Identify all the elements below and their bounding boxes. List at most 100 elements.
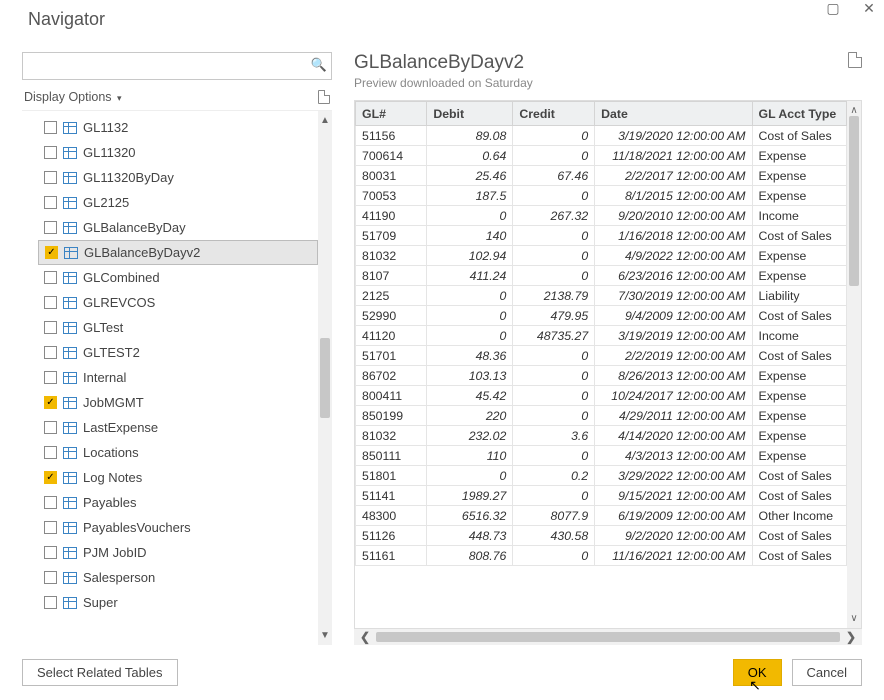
cell-credit: 0 bbox=[513, 146, 595, 166]
scroll-thumb[interactable] bbox=[320, 338, 330, 418]
checkbox[interactable] bbox=[44, 171, 57, 184]
checkbox[interactable] bbox=[44, 471, 57, 484]
tree-item-locations[interactable]: Locations bbox=[38, 440, 318, 465]
cancel-button[interactable]: Cancel bbox=[792, 659, 862, 686]
checkbox[interactable] bbox=[44, 596, 57, 609]
tree-item-log-notes[interactable]: Log Notes bbox=[38, 465, 318, 490]
tree-item-payablesvouchers[interactable]: PayablesVouchers bbox=[38, 515, 318, 540]
table-row[interactable]: 51161808.76011/16/2021 12:00:00 AMCost o… bbox=[356, 546, 847, 566]
table-row[interactable]: 5115689.0803/19/2020 12:00:00 AMCost of … bbox=[356, 126, 847, 146]
table-row[interactable]: 483006516.328077.96/19/2009 12:00:00 AMO… bbox=[356, 506, 847, 526]
checkbox[interactable] bbox=[44, 196, 57, 209]
checkbox[interactable] bbox=[44, 396, 57, 409]
tree-item-internal[interactable]: Internal bbox=[38, 365, 318, 390]
column-header[interactable]: Credit bbox=[513, 102, 595, 126]
table-row[interactable]: 8107411.2406/23/2016 12:00:00 AMExpense bbox=[356, 266, 847, 286]
tree-item-gl2125[interactable]: GL2125 bbox=[38, 190, 318, 215]
tree-item-label: GL11320ByDay bbox=[83, 170, 174, 185]
table-row[interactable]: 85019922004/29/2011 12:00:00 AMExpense bbox=[356, 406, 847, 426]
table-row[interactable]: 212502138.797/30/2019 12:00:00 AMLiabili… bbox=[356, 286, 847, 306]
table-row[interactable]: 5170148.3602/2/2019 12:00:00 AMCost of S… bbox=[356, 346, 847, 366]
checkbox[interactable] bbox=[44, 321, 57, 334]
cell-date: 6/23/2016 12:00:00 AM bbox=[595, 266, 752, 286]
scroll-down-icon[interactable]: ∨ bbox=[850, 613, 857, 624]
checkbox[interactable] bbox=[44, 271, 57, 284]
tree-item-lastexpense[interactable]: LastExpense bbox=[38, 415, 318, 440]
tree-item-gl1132[interactable]: GL1132 bbox=[38, 115, 318, 140]
tree-item-gltest[interactable]: GLTest bbox=[38, 315, 318, 340]
checkbox[interactable] bbox=[44, 571, 57, 584]
tree-item-salesperson[interactable]: Salesperson bbox=[38, 565, 318, 590]
table-row[interactable]: 5180100.23/29/2022 12:00:00 AMCost of Sa… bbox=[356, 466, 847, 486]
table-row[interactable]: 81032102.9404/9/2022 12:00:00 AMExpense bbox=[356, 246, 847, 266]
scroll-right-icon[interactable]: ❯ bbox=[846, 630, 856, 644]
tree-item-super[interactable]: Super bbox=[38, 590, 318, 615]
checkbox[interactable] bbox=[44, 371, 57, 384]
table-row[interactable]: 70053187.508/1/2015 12:00:00 AMExpense bbox=[356, 186, 847, 206]
table-row[interactable]: 511411989.2709/15/2021 12:00:00 AMCost o… bbox=[356, 486, 847, 506]
checkbox[interactable] bbox=[44, 296, 57, 309]
grid-hscrollbar[interactable]: ❮ ❯ bbox=[354, 629, 862, 645]
tree-item-glbalancebyday[interactable]: GLBalanceByDay bbox=[38, 215, 318, 240]
table-icon bbox=[63, 447, 77, 459]
checkbox[interactable] bbox=[44, 521, 57, 534]
table-icon bbox=[63, 222, 77, 234]
table-row[interactable]: 81032232.023.64/14/2020 12:00:00 AMExpen… bbox=[356, 426, 847, 446]
checkbox[interactable] bbox=[45, 246, 58, 259]
table-row[interactable]: 529900479.959/4/2009 12:00:00 AMCost of … bbox=[356, 306, 847, 326]
tree-item-glbalancebydayv2[interactable]: GLBalanceByDayv2 bbox=[38, 240, 318, 265]
checkbox[interactable] bbox=[44, 446, 57, 459]
search-icon[interactable]: 🔍 bbox=[311, 57, 327, 73]
cell-debit: 220 bbox=[427, 406, 513, 426]
search-input[interactable] bbox=[23, 53, 305, 79]
table-row[interactable]: 86702103.1308/26/2013 12:00:00 AMExpense bbox=[356, 366, 847, 386]
checkbox[interactable] bbox=[44, 121, 57, 134]
tree-scrollbar[interactable]: ▲ ▼ bbox=[318, 111, 332, 645]
preview-options-icon[interactable] bbox=[848, 52, 862, 68]
refresh-icon[interactable] bbox=[318, 90, 330, 104]
checkbox[interactable] bbox=[44, 221, 57, 234]
table-icon bbox=[63, 472, 77, 484]
scroll-left-icon[interactable]: ❮ bbox=[360, 630, 370, 644]
grid-vscrollbar[interactable]: ∧ ∨ bbox=[847, 101, 861, 628]
close-button[interactable]: ✕ bbox=[860, 0, 878, 17]
search-box[interactable]: 🔍 bbox=[22, 52, 332, 80]
checkbox[interactable] bbox=[44, 496, 57, 509]
table-row[interactable]: 51126448.73430.589/2/2020 12:00:00 AMCos… bbox=[356, 526, 847, 546]
minimize-button[interactable]: ▢ bbox=[824, 0, 842, 17]
scroll-up-icon[interactable]: ∧ bbox=[850, 105, 857, 116]
cell-date: 8/1/2015 12:00:00 AM bbox=[595, 186, 752, 206]
tree-item-payables[interactable]: Payables bbox=[38, 490, 318, 515]
tree-item-gl11320[interactable]: GL11320 bbox=[38, 140, 318, 165]
display-options-dropdown[interactable]: Display Options ▾ bbox=[24, 90, 122, 104]
select-related-tables-button[interactable]: Select Related Tables bbox=[22, 659, 178, 686]
table-row[interactable]: 7006140.64011/18/2021 12:00:00 AMExpense bbox=[356, 146, 847, 166]
scroll-up-icon[interactable]: ▲ bbox=[320, 115, 330, 126]
tree-item-gl11320byday[interactable]: GL11320ByDay bbox=[38, 165, 318, 190]
checkbox[interactable] bbox=[44, 546, 57, 559]
checkbox[interactable] bbox=[44, 346, 57, 359]
checkbox[interactable] bbox=[44, 421, 57, 434]
table-row[interactable]: 41120048735.273/19/2019 12:00:00 AMIncom… bbox=[356, 326, 847, 346]
column-header[interactable]: Debit bbox=[427, 102, 513, 126]
scroll-thumb[interactable] bbox=[376, 632, 840, 642]
column-header[interactable]: GL# bbox=[356, 102, 427, 126]
tree-item-pjm-jobid[interactable]: PJM JobID bbox=[38, 540, 318, 565]
table-row[interactable]: 85011111004/3/2013 12:00:00 AMExpense bbox=[356, 446, 847, 466]
tree-item-glrevcos[interactable]: GLREVCOS bbox=[38, 290, 318, 315]
table-row[interactable]: 411900267.329/20/2010 12:00:00 AMIncome bbox=[356, 206, 847, 226]
column-header[interactable]: Date bbox=[595, 102, 752, 126]
table-row[interactable]: 8003125.4667.462/2/2017 12:00:00 AMExpen… bbox=[356, 166, 847, 186]
ok-button[interactable]: OK ↖ bbox=[733, 659, 782, 686]
table-row[interactable]: 5170914001/16/2018 12:00:00 AMCost of Sa… bbox=[356, 226, 847, 246]
table-row[interactable]: 80041145.42010/24/2017 12:00:00 AMExpens… bbox=[356, 386, 847, 406]
scroll-down-icon[interactable]: ▼ bbox=[320, 630, 330, 641]
scroll-thumb[interactable] bbox=[849, 116, 859, 286]
column-header[interactable]: GL Acct Type bbox=[752, 102, 846, 126]
cell-type: Cost of Sales bbox=[752, 466, 846, 486]
tree-item-gltest2[interactable]: GLTEST2 bbox=[38, 340, 318, 365]
tree-item-jobmgmt[interactable]: JobMGMT bbox=[38, 390, 318, 415]
navigator-tree[interactable]: GL1132GL11320GL11320ByDayGL2125GLBalance… bbox=[22, 111, 318, 645]
tree-item-glcombined[interactable]: GLCombined bbox=[38, 265, 318, 290]
checkbox[interactable] bbox=[44, 146, 57, 159]
